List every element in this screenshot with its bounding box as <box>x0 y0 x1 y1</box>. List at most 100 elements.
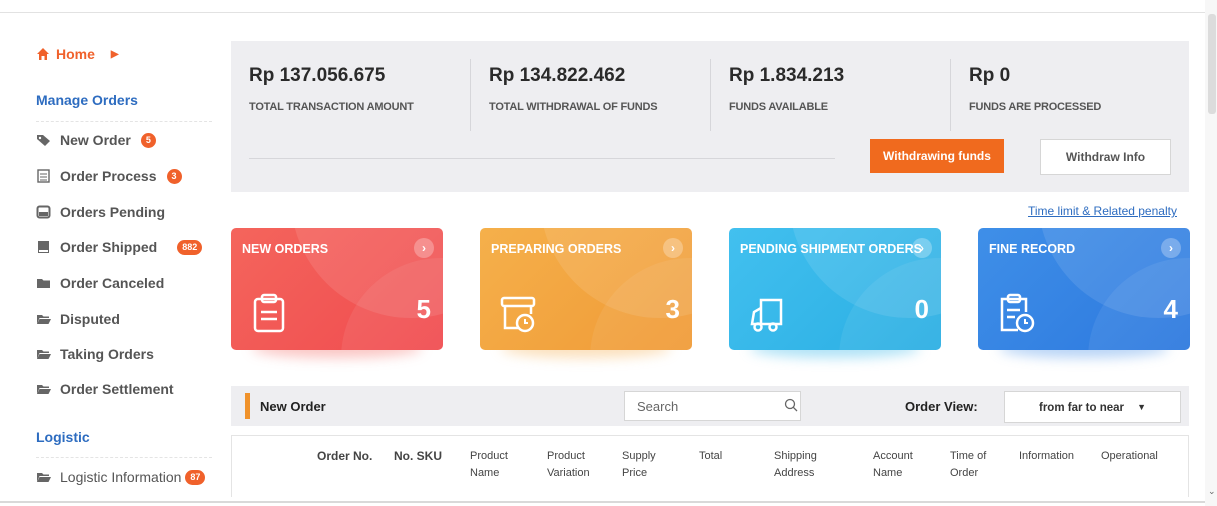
search-icon[interactable] <box>784 398 798 412</box>
search-input[interactable]: Search <box>624 391 801 421</box>
column-header[interactable]: Product Variation <box>547 448 607 482</box>
chevron-right-icon[interactable]: › <box>414 238 434 258</box>
column-header[interactable]: Product Name <box>470 448 530 482</box>
sidebar-item-logistic-information[interactable]: Logistic Information 87 <box>36 467 206 487</box>
card-pending-shipment-orders[interactable]: PENDING SHIPMENT ORDERS › 0 <box>729 228 941 350</box>
sidebar-item-label: Logistic Information <box>60 469 182 485</box>
caret-down-icon: ▼ <box>1137 402 1146 412</box>
funds-summary-panel: Rp 137.056.675 TOTAL TRANSACTION AMOUNT … <box>231 41 1189 192</box>
sidebar-divider <box>36 121 212 122</box>
top-divider <box>0 12 1205 13</box>
stat-funds-processed: Rp 0 FUNDS ARE PROCESSED <box>969 65 1101 113</box>
manage-orders-heading: Manage Orders <box>36 92 138 108</box>
card-new-orders[interactable]: NEW ORDERS › 5 <box>231 228 443 350</box>
truck-icon <box>750 298 783 332</box>
clipboard-icon <box>253 293 285 333</box>
section-title: New Order <box>260 399 326 414</box>
caret-right-icon: ▶ <box>110 48 119 60</box>
tags-icon <box>37 135 50 146</box>
scrollbar-thumb[interactable] <box>1208 14 1216 114</box>
stat-total-withdrawal: Rp 134.822.462 TOTAL WITHDRAWAL OF FUNDS <box>489 65 658 113</box>
sidebar-item-taking-orders[interactable]: Taking Orders <box>36 344 154 364</box>
card-count: 3 <box>665 294 680 324</box>
sidebar-item-label: Order Settlement <box>60 381 174 397</box>
column-header[interactable]: Shipping Address <box>774 448 834 482</box>
column-header[interactable]: Total <box>699 448 722 465</box>
new-order-toolbar: New Order Search Order View: from far to… <box>231 386 1189 426</box>
home-icon <box>37 48 49 60</box>
stat-divider <box>950 59 951 131</box>
count-badge: 882 <box>177 239 203 255</box>
stat-amount: Rp 0 <box>969 65 1011 86</box>
folder-open-icon <box>37 350 51 359</box>
sidebar-item-label: Taking Orders <box>60 346 154 362</box>
sidebar-item-label: New Order <box>60 132 131 148</box>
section-accent <box>245 393 250 419</box>
card-count: 0 <box>914 294 929 324</box>
sidebar-divider <box>36 457 212 458</box>
column-header[interactable]: Order No. <box>317 448 372 465</box>
card-title: PENDING SHIPMENT ORDERS <box>740 242 922 256</box>
card-title: FINE RECORD <box>989 242 1076 256</box>
sidebar-item-order-settlement[interactable]: Order Settlement <box>36 379 174 399</box>
sidebar-home[interactable]: Home ▶ <box>36 46 119 62</box>
folder-open-icon <box>37 385 51 394</box>
folder-icon <box>37 279 50 288</box>
column-header[interactable]: No. SKU <box>394 448 442 465</box>
sidebar-item-label: Order Canceled <box>60 275 165 291</box>
card-fine-record[interactable]: FINE RECORD › 4 <box>978 228 1190 350</box>
sidebar-item-order-process[interactable]: Order Process 3 <box>36 166 182 186</box>
logistic-heading: Logistic <box>36 429 90 445</box>
stat-divider <box>470 59 471 131</box>
column-header[interactable]: Information <box>1019 448 1074 465</box>
sidebar-item-new-order[interactable]: New Order 5 <box>36 130 156 150</box>
sidebar-item-order-canceled[interactable]: Order Canceled <box>36 273 164 293</box>
stat-divider <box>710 59 711 131</box>
column-header[interactable]: Time of Order <box>950 448 1000 482</box>
card-preparing-orders[interactable]: PREPARING ORDERS › 3 <box>480 228 692 350</box>
withdrawing-funds-button[interactable]: Withdrawing funds <box>870 139 1004 173</box>
sidebar-home-label: Home <box>56 46 95 62</box>
clipboard-clock-icon <box>1000 293 1035 333</box>
sidebar-item-disputed[interactable]: Disputed <box>36 309 120 329</box>
order-view-label: Order View: <box>905 399 978 414</box>
folder-open-icon <box>37 315 51 324</box>
sidebar-item-label: Order Process <box>60 168 157 184</box>
stat-total-transaction: Rp 137.056.675 TOTAL TRANSACTION AMOUNT <box>249 65 414 113</box>
stat-amount: Rp 134.822.462 <box>489 65 626 86</box>
inbox-icon <box>36 205 51 219</box>
stat-label: TOTAL WITHDRAWAL OF FUNDS <box>489 101 658 113</box>
orders-table-header: Order No. No. SKU Product Name Product V… <box>231 435 1189 497</box>
chevron-right-icon[interactable]: › <box>663 238 683 258</box>
summary-divider <box>249 158 835 159</box>
stat-amount: Rp 137.056.675 <box>249 65 386 86</box>
card-title: NEW ORDERS <box>242 242 329 256</box>
column-header[interactable]: Operational <box>1101 448 1158 465</box>
stat-funds-available: Rp 1.834.213 FUNDS AVAILABLE <box>729 65 844 113</box>
withdraw-info-button[interactable]: Withdraw Info <box>1040 139 1171 175</box>
stat-amount: Rp 1.834.213 <box>729 65 845 86</box>
bottom-divider <box>0 501 1205 503</box>
card-count: 5 <box>416 294 431 324</box>
order-view-select[interactable]: from far to near ▼ <box>1004 391 1181 423</box>
sidebar-item-label: Disputed <box>60 311 120 327</box>
count-badge: 5 <box>140 132 156 148</box>
column-header[interactable]: Account Name <box>873 448 933 482</box>
box-clock-icon <box>500 296 536 333</box>
chevron-right-icon[interactable]: › <box>1161 238 1181 258</box>
stat-label: FUNDS ARE PROCESSED <box>969 101 1102 113</box>
stat-label: TOTAL TRANSACTION AMOUNT <box>249 101 414 113</box>
stat-label: FUNDS AVAILABLE <box>729 101 828 113</box>
scroll-down-icon[interactable]: ⌄ <box>1208 486 1216 497</box>
chevron-right-icon[interactable]: › <box>912 238 932 258</box>
card-count: 4 <box>1163 294 1178 324</box>
sidebar-item-orders-pending[interactable]: Orders Pending <box>36 202 165 222</box>
book-icon <box>38 241 49 253</box>
folder-open-icon <box>37 473 51 482</box>
sidebar-item-label: Orders Pending <box>60 204 166 220</box>
time-limit-penalty-link[interactable]: Time limit & Related penalty <box>1028 204 1177 218</box>
count-badge: 87 <box>185 469 206 485</box>
column-header[interactable]: Supply Price <box>622 448 672 482</box>
count-badge: 3 <box>166 168 182 184</box>
sidebar-item-order-shipped[interactable]: Order Shipped 882 <box>36 237 203 257</box>
